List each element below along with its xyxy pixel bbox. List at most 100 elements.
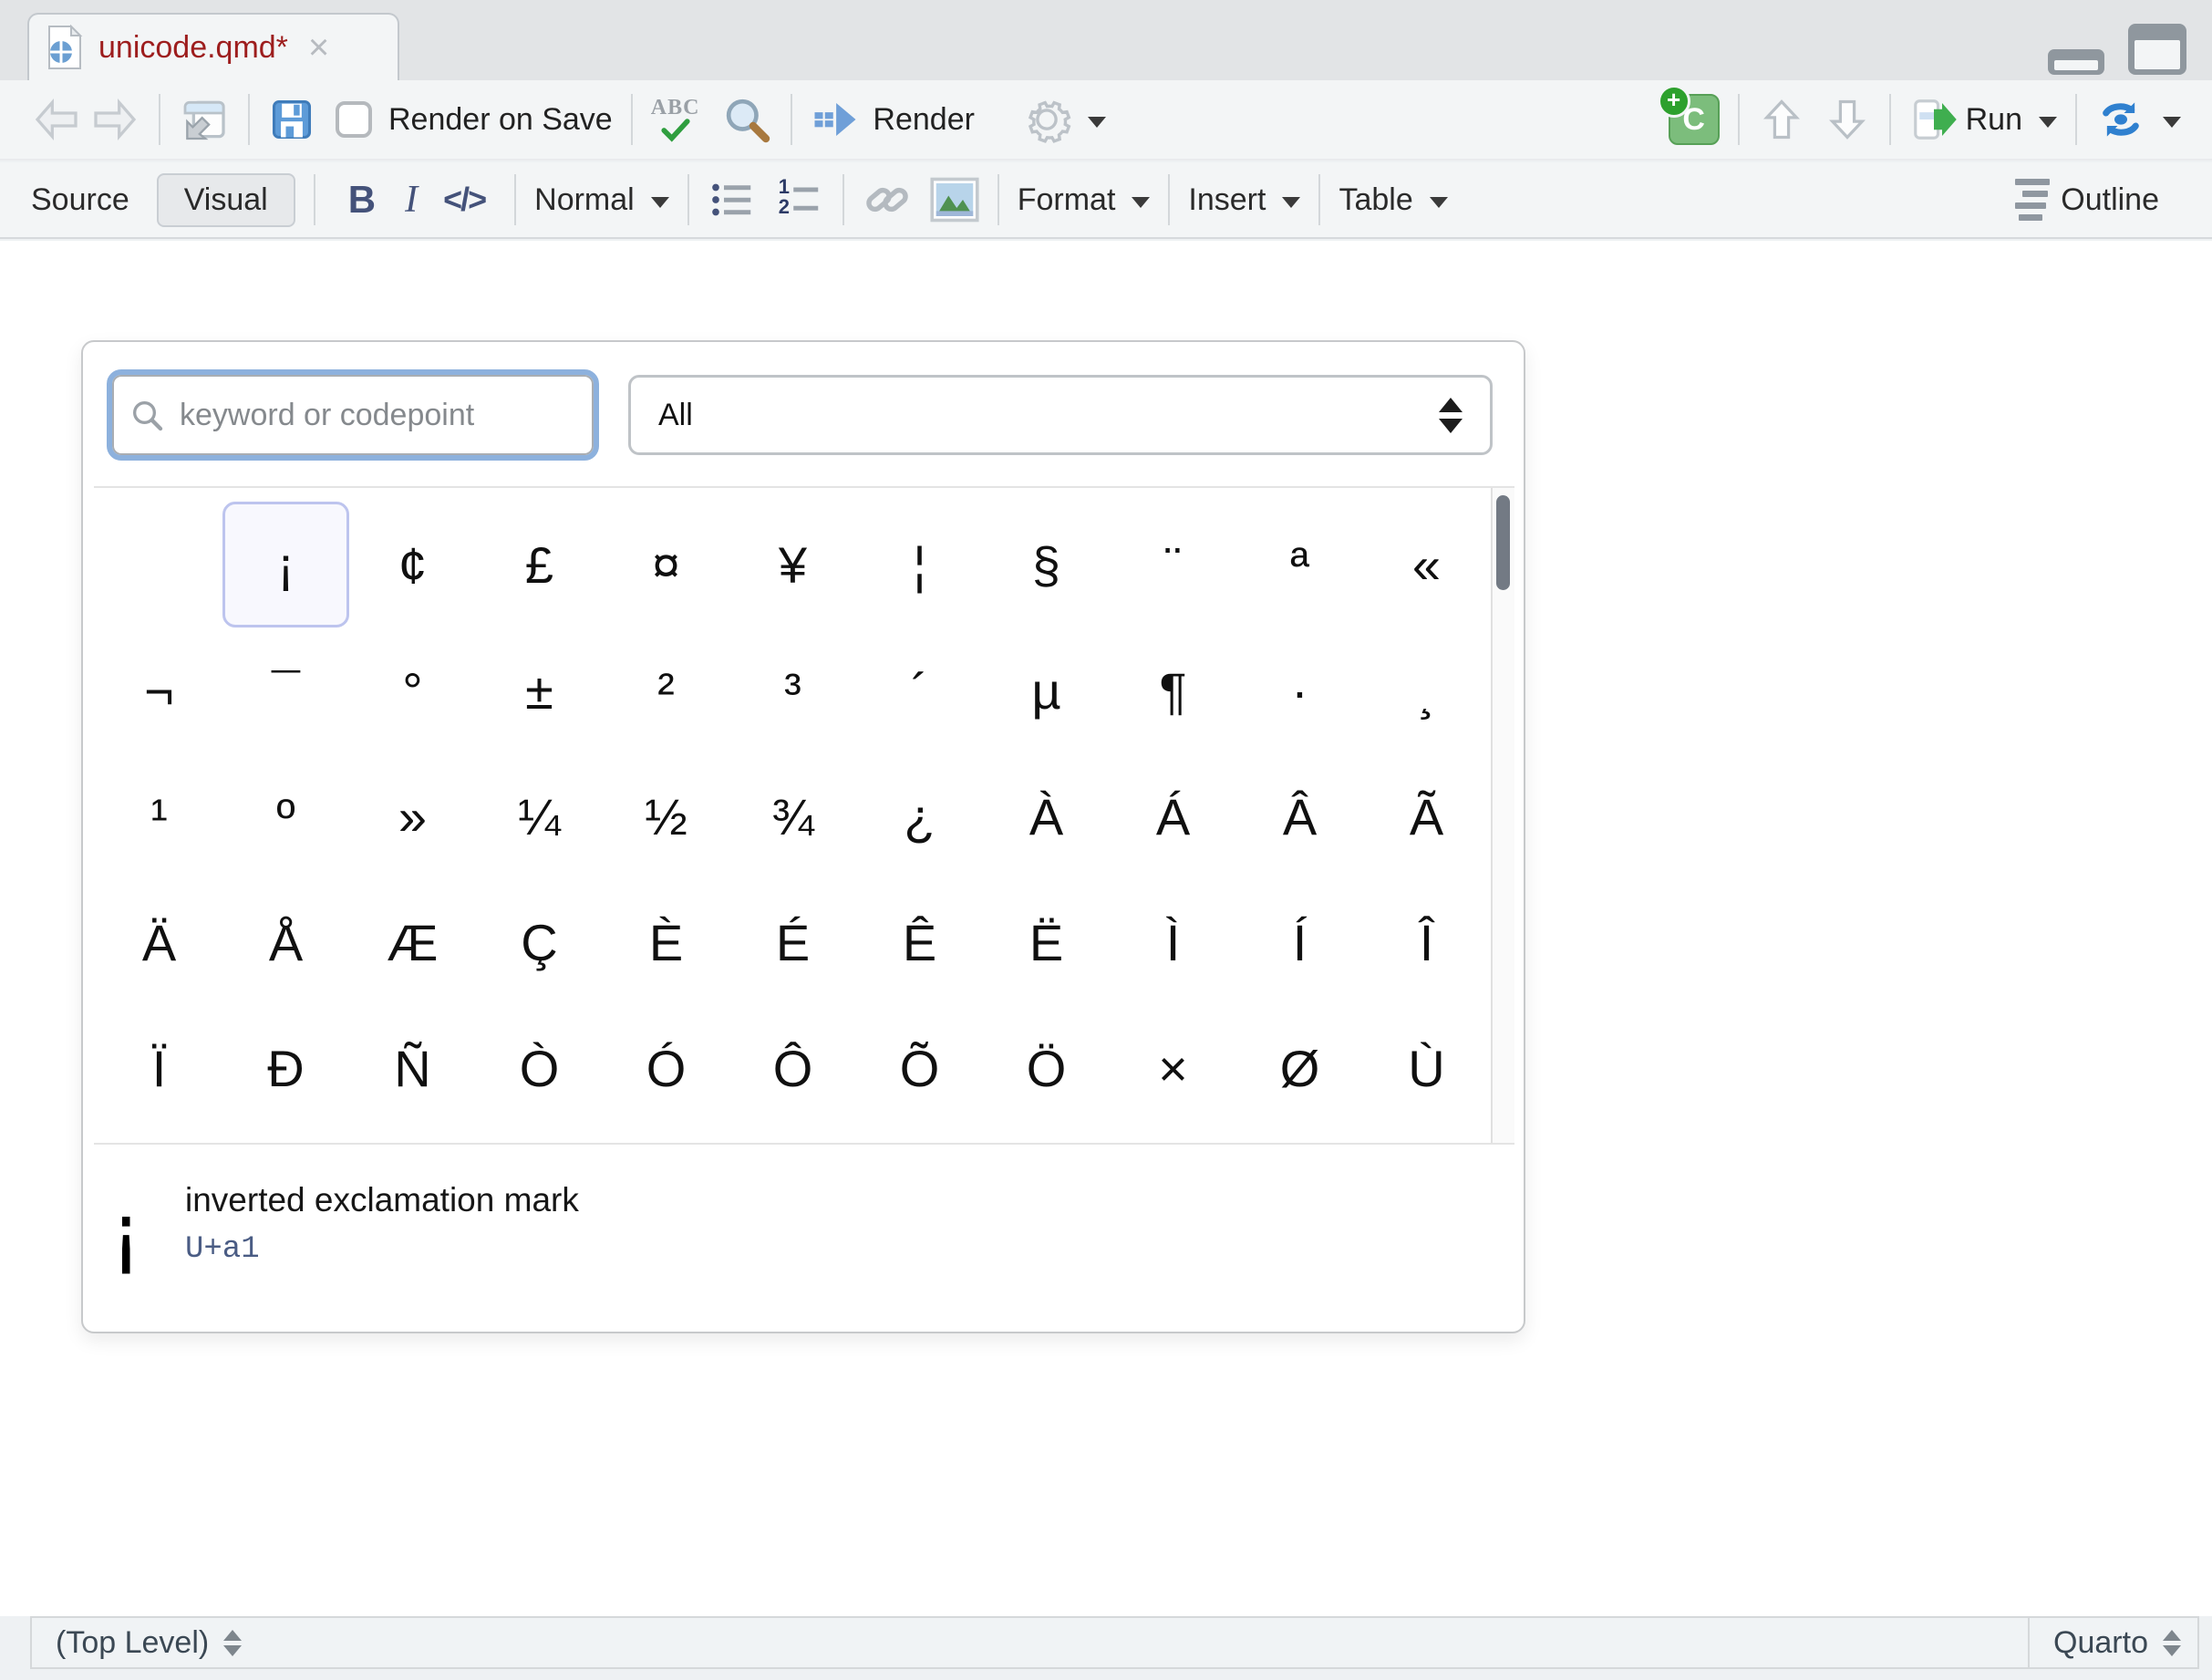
- symbol-cell[interactable]: ·: [1236, 627, 1363, 753]
- symbol-cell[interactable]: Ð: [222, 1005, 349, 1131]
- chevron-down-icon[interactable]: [651, 197, 669, 208]
- table-menu[interactable]: Table: [1339, 182, 1412, 218]
- scrollbar-thumb[interactable]: [1496, 495, 1510, 590]
- symbol-cell[interactable]: ª: [1236, 502, 1363, 627]
- symbol-cell[interactable]: ³: [729, 627, 856, 753]
- gear-icon[interactable]: [1022, 95, 1071, 144]
- symbol-cell[interactable]: ¹: [96, 753, 222, 879]
- rerun-icon[interactable]: [2095, 94, 2146, 145]
- symbol-cell[interactable]: ¼: [476, 753, 603, 879]
- symbol-search-input[interactable]: [178, 397, 546, 434]
- symbol-cell[interactable]: Ã: [1363, 753, 1490, 879]
- insert-chunk-icon[interactable]: +C: [1669, 94, 1720, 145]
- symbol-cell[interactable]: Î: [1363, 879, 1490, 1005]
- down-arrow-icon[interactable]: [1824, 96, 1871, 143]
- symbol-cell[interactable]: ½: [603, 753, 729, 879]
- back-icon[interactable]: [31, 94, 82, 145]
- symbol-cell[interactable]: É: [729, 879, 856, 1005]
- bold-button[interactable]: B: [348, 178, 376, 222]
- close-icon[interactable]: ×: [308, 29, 329, 66]
- symbol-cell[interactable]: Æ: [349, 879, 476, 1005]
- symbol-cell[interactable]: £: [476, 502, 603, 627]
- symbol-cell[interactable]: Ç: [476, 879, 603, 1005]
- chevron-down-icon[interactable]: [1282, 197, 1300, 208]
- symbol-cell[interactable]: À: [983, 753, 1110, 879]
- spellcheck-icon[interactable]: ABC: [651, 97, 700, 142]
- symbol-cell[interactable]: Ô: [729, 1005, 856, 1131]
- chevron-down-icon[interactable]: [1430, 197, 1448, 208]
- italic-button[interactable]: I: [405, 178, 418, 222]
- bullet-list-icon[interactable]: [708, 175, 757, 224]
- symbol-cell[interactable]: ¡: [222, 502, 349, 627]
- symbol-cell[interactable]: µ: [983, 627, 1110, 753]
- insert-menu[interactable]: Insert: [1188, 182, 1266, 218]
- symbol-cell[interactable]: [96, 502, 222, 627]
- symbol-cell[interactable]: È: [603, 879, 729, 1005]
- symbol-cell[interactable]: »: [349, 753, 476, 879]
- symbol-cell[interactable]: Ä: [96, 879, 222, 1005]
- symbol-cell[interactable]: ¦: [856, 502, 983, 627]
- symbol-cell[interactable]: ¨: [1110, 502, 1236, 627]
- symbol-cell[interactable]: Í: [1236, 879, 1363, 1005]
- minimize-pane-icon[interactable]: [2048, 49, 2104, 75]
- symbol-cell[interactable]: ´: [856, 627, 983, 753]
- symbol-cell[interactable]: ¾: [729, 753, 856, 879]
- symbol-cell[interactable]: ¶: [1110, 627, 1236, 753]
- numbered-list-icon[interactable]: 1 2: [775, 175, 824, 224]
- code-button[interactable]: </>: [443, 181, 485, 219]
- symbol-cell[interactable]: ×: [1110, 1005, 1236, 1131]
- symbol-cell[interactable]: ¤: [603, 502, 729, 627]
- symbol-cell[interactable]: Á: [1110, 753, 1236, 879]
- symbol-cell[interactable]: °: [349, 627, 476, 753]
- format-menu[interactable]: Format: [1018, 182, 1116, 218]
- symbol-cell[interactable]: §: [983, 502, 1110, 627]
- symbol-cell[interactable]: ±: [476, 627, 603, 753]
- symbol-cell[interactable]: Ì: [1110, 879, 1236, 1005]
- symbol-cell[interactable]: ¢: [349, 502, 476, 627]
- symbol-cell[interactable]: Ê: [856, 879, 983, 1005]
- render-button[interactable]: Render: [873, 102, 975, 138]
- symbol-cell[interactable]: Ó: [603, 1005, 729, 1131]
- symbol-cell[interactable]: Ë: [983, 879, 1110, 1005]
- maximize-pane-icon[interactable]: [2128, 24, 2186, 75]
- symbol-cell[interactable]: ¬: [96, 627, 222, 753]
- visual-mode-button[interactable]: Visual: [157, 173, 295, 227]
- symbol-cell[interactable]: ¯: [222, 627, 349, 753]
- run-button[interactable]: Run: [1966, 102, 2022, 138]
- forward-icon[interactable]: [89, 94, 140, 145]
- chevron-down-icon[interactable]: [2163, 117, 2181, 128]
- save-icon[interactable]: [268, 96, 315, 143]
- render-on-save-checkbox[interactable]: [336, 101, 372, 138]
- symbol-cell[interactable]: ²: [603, 627, 729, 753]
- symbol-cell[interactable]: Ï: [96, 1005, 222, 1131]
- category-select[interactable]: All: [628, 375, 1493, 455]
- symbol-cell[interactable]: Ò: [476, 1005, 603, 1131]
- popout-window-icon[interactable]: [179, 94, 230, 145]
- symbol-cell[interactable]: Ù: [1363, 1005, 1490, 1131]
- symbol-cell[interactable]: ¿: [856, 753, 983, 879]
- symbol-cell[interactable]: Å: [222, 879, 349, 1005]
- search-document-icon[interactable]: [721, 94, 772, 145]
- image-icon[interactable]: [930, 177, 979, 223]
- chevron-down-icon[interactable]: [2039, 117, 2057, 128]
- symbol-cell[interactable]: Õ: [856, 1005, 983, 1131]
- symbol-cell[interactable]: Ñ: [349, 1005, 476, 1131]
- symbol-cell[interactable]: ¥: [729, 502, 856, 627]
- link-icon[interactable]: [863, 175, 912, 224]
- format-selector[interactable]: Quarto: [2028, 1618, 2197, 1667]
- up-arrow-icon[interactable]: [1758, 96, 1805, 143]
- symbol-cell[interactable]: Ø: [1236, 1005, 1363, 1131]
- tab-unicode-qmd[interactable]: unicode.qmd* ×: [27, 13, 399, 80]
- symbol-cell[interactable]: Â: [1236, 753, 1363, 879]
- scope-selector[interactable]: (Top Level): [32, 1625, 242, 1661]
- chevron-down-icon[interactable]: [1088, 117, 1106, 128]
- source-mode-button[interactable]: Source: [31, 182, 129, 218]
- chevron-down-icon[interactable]: [1132, 197, 1150, 208]
- symbol-cell[interactable]: Ö: [983, 1005, 1110, 1131]
- scrollbar[interactable]: [1491, 488, 1514, 1143]
- symbol-search[interactable]: [112, 375, 594, 455]
- paragraph-style-dropdown[interactable]: Normal: [534, 182, 635, 218]
- outline-toggle[interactable]: Outline: [2015, 179, 2181, 221]
- symbol-cell[interactable]: «: [1363, 502, 1490, 627]
- symbol-cell[interactable]: ¸: [1363, 627, 1490, 753]
